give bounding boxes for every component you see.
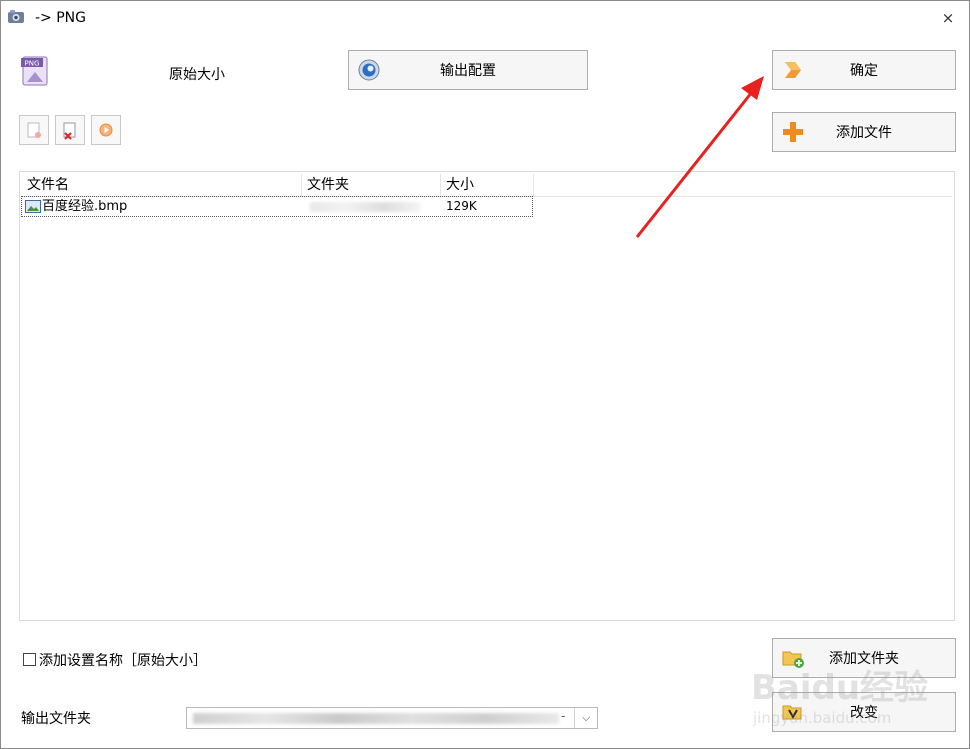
title-bar: -> PNG × bbox=[1, 1, 969, 35]
output-folder-value-redacted bbox=[193, 713, 559, 724]
play-tool[interactable] bbox=[91, 115, 121, 145]
confirm-button[interactable]: 确定 bbox=[772, 50, 956, 90]
add-file-label: 添加文件 bbox=[836, 125, 892, 141]
bmp-file-icon bbox=[25, 200, 41, 213]
table-row[interactable]: 百度经验.bmp 129K bbox=[21, 196, 533, 217]
play-icon bbox=[99, 123, 113, 137]
output-config-button[interactable]: 输出配置 bbox=[348, 50, 588, 90]
file-delete-icon bbox=[63, 122, 76, 140]
output-config-label: 输出配置 bbox=[440, 63, 496, 79]
column-header-folder[interactable]: 文件夹 bbox=[302, 174, 441, 196]
add-folder-label: 添加文件夹 bbox=[829, 651, 899, 667]
file-new-icon bbox=[27, 122, 41, 138]
window-title: -> PNG bbox=[35, 10, 86, 26]
add-setting-name-label: 添加设置名称［原始大小］ bbox=[39, 653, 207, 669]
converter-window: -> PNG × PNG 原始大小 输出配置 确定 添加文件 文件名 文件夹 大… bbox=[0, 0, 970, 749]
size-label: 原始大小 bbox=[169, 67, 225, 83]
add-file-button[interactable]: 添加文件 bbox=[772, 112, 956, 152]
list-header: 文件名 文件夹 大小 bbox=[22, 174, 952, 197]
file-size: 129K bbox=[446, 199, 477, 213]
format-badge-text: PNG bbox=[25, 60, 40, 68]
output-folder-label: 输出文件夹 bbox=[21, 711, 91, 727]
folder-path-redacted bbox=[310, 202, 420, 212]
file-name: 百度经验.bmp bbox=[42, 199, 128, 214]
remove-item-tool[interactable] bbox=[55, 115, 85, 145]
change-label: 改变 bbox=[850, 705, 878, 721]
output-folder-select[interactable]: - ⌵ bbox=[186, 707, 598, 729]
png-format-icon: PNG bbox=[21, 56, 48, 86]
column-header-filename[interactable]: 文件名 bbox=[22, 174, 302, 196]
change-button[interactable]: 改变 bbox=[772, 692, 956, 732]
output-folder-dash: - bbox=[561, 709, 566, 723]
app-icon bbox=[8, 10, 24, 23]
column-header-size[interactable]: 大小 bbox=[441, 174, 534, 196]
add-folder-button[interactable]: 添加文件夹 bbox=[772, 638, 956, 678]
file-list[interactable]: 文件名 文件夹 大小 百度经验.bmp 129K bbox=[19, 171, 955, 621]
chevron-down-icon[interactable]: ⌵ bbox=[574, 708, 597, 728]
confirm-label: 确定 bbox=[850, 63, 878, 79]
close-button[interactable]: × bbox=[937, 7, 959, 29]
new-item-tool[interactable] bbox=[19, 115, 49, 145]
add-setting-name-checkbox[interactable] bbox=[23, 653, 36, 666]
